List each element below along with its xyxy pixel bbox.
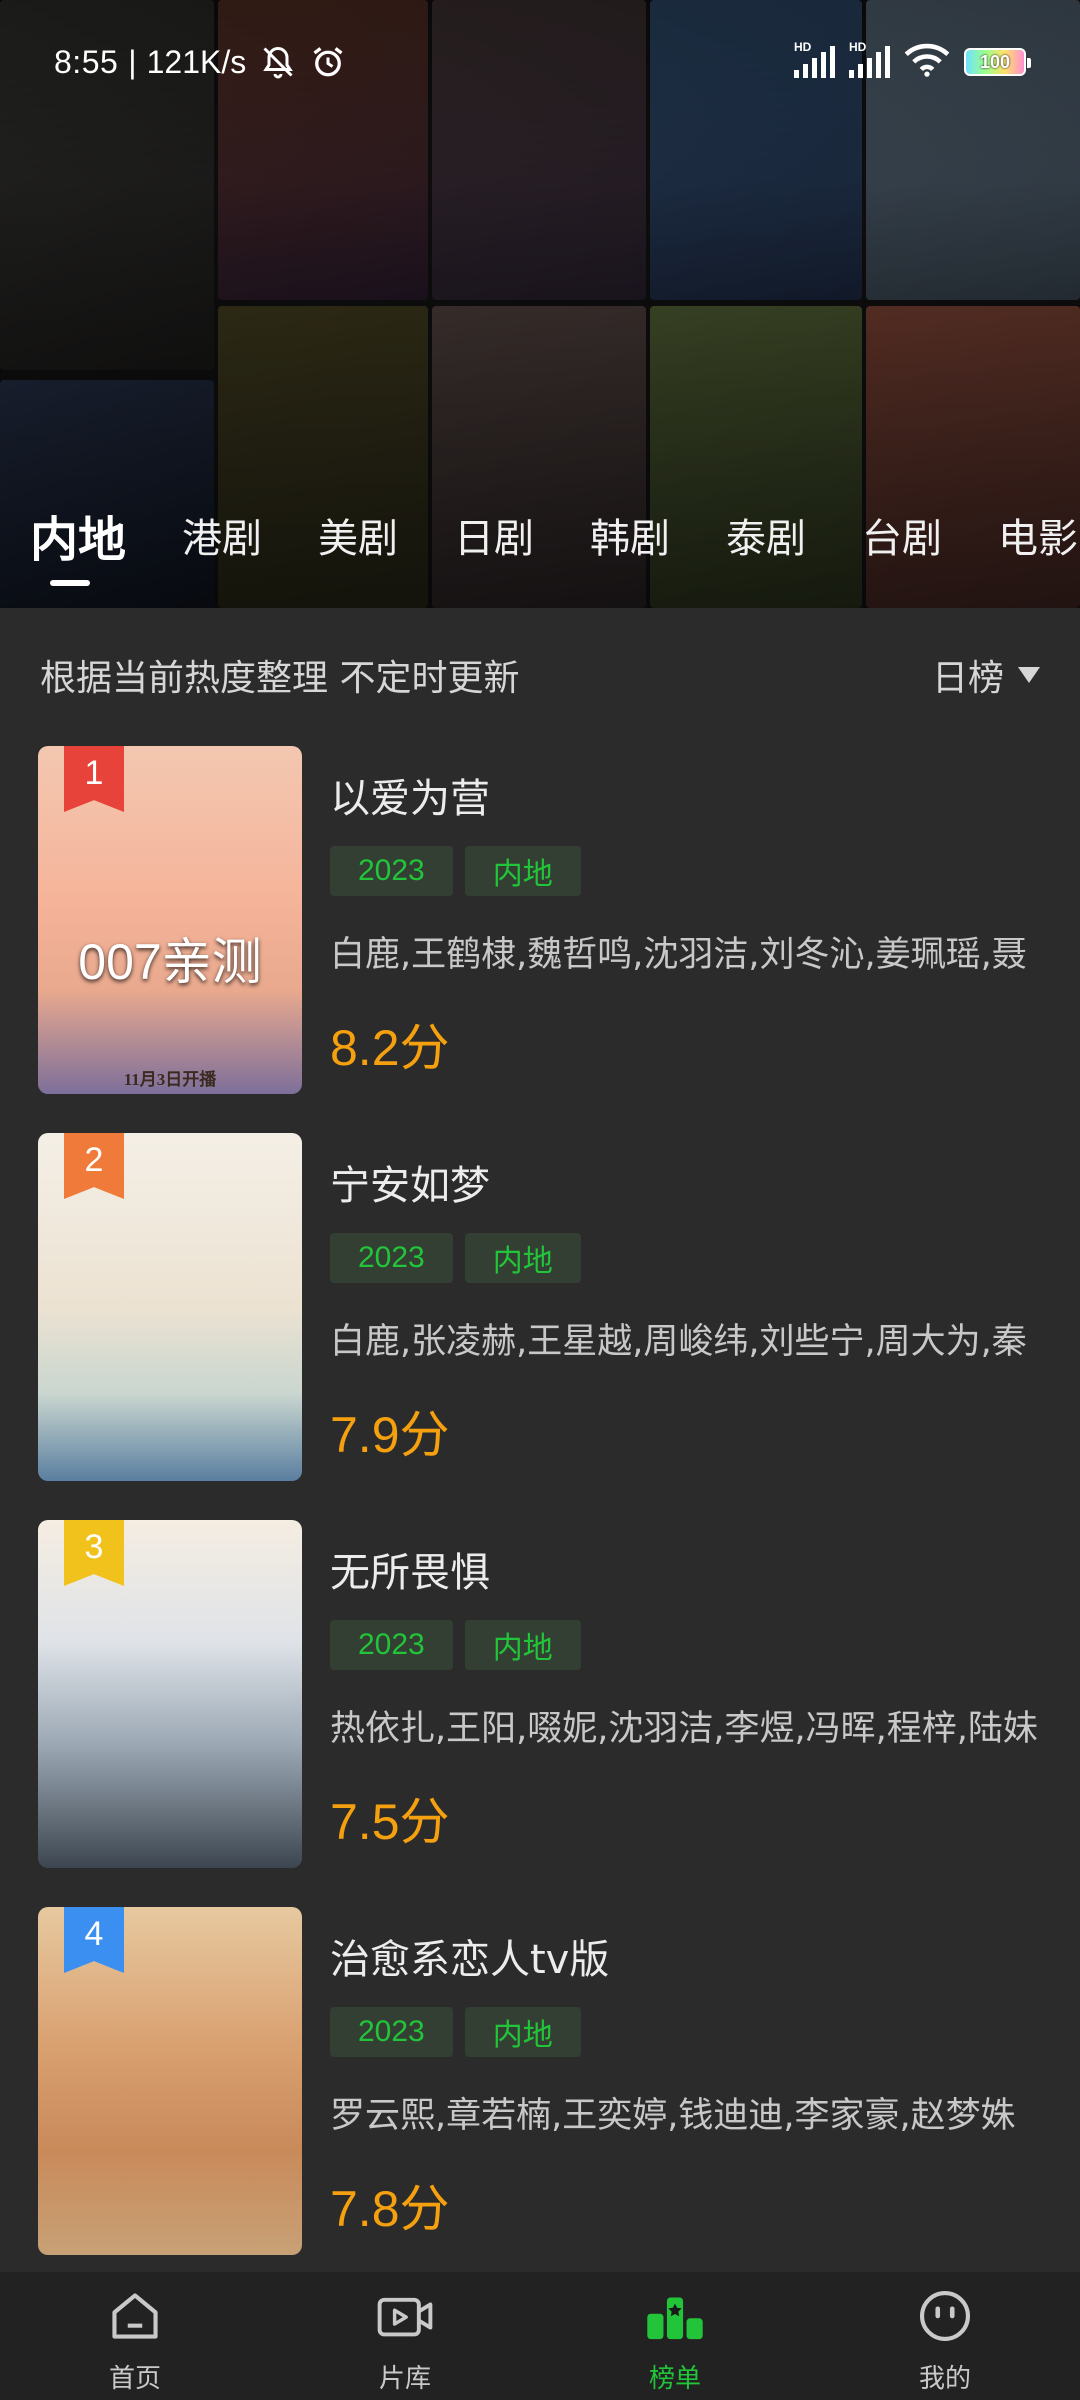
tab-label: 韩剧 <box>590 516 671 562</box>
item-cast: 白鹿,王鹤棣,魏哲鸣,沈羽洁,刘冬沁,姜珮瑶,聂 <box>330 935 1027 975</box>
poster-caption: 11月3日开播 <box>123 1070 217 1089</box>
rank-badge: 1 <box>64 746 124 812</box>
tab-jp-drama[interactable]: 日剧 <box>454 506 534 564</box>
header-banner: 8:55 | 121K/s HD HD 100 内地 港剧 美剧 日剧 韩剧 泰… <box>0 0 1080 608</box>
tab-label: 泰剧 <box>726 516 807 562</box>
rank-type-dropdown[interactable]: 日榜 <box>932 649 1040 701</box>
item-info: 宁安如梦 2023 内地 白鹿,张凌赫,王星越,周峻纬,刘些宁,周大为,秦 7.… <box>330 1133 1060 1481</box>
region-tag: 内地 <box>464 846 581 896</box>
tab-movie[interactable]: 电影 <box>998 506 1078 564</box>
nav-label: 榜单 <box>648 2364 701 2394</box>
battery-level: 100 <box>979 51 1011 72</box>
battery-icon: 100 <box>964 48 1031 76</box>
tab-label: 港剧 <box>182 516 263 562</box>
list-header: 根据当前热度整理 不定时更新 日榜 <box>0 620 1080 730</box>
nav-ranking[interactable]: 榜单 <box>540 2272 810 2400</box>
tab-label: 美剧 <box>318 516 399 562</box>
item-info: 治愈系恋人tv版 2023 内地 罗云熙,章若楠,王奕婷,钱迪迪,李家豪,赵梦姝… <box>330 1907 1060 2255</box>
status-separator: | <box>128 43 137 80</box>
home-icon <box>105 2286 165 2346</box>
rank-badge: 3 <box>64 1520 124 1586</box>
region-tag: 内地 <box>464 2007 581 2057</box>
item-tags: 2023 内地 <box>330 2007 581 2057</box>
nav-label: 片库 <box>378 2364 431 2394</box>
item-tags: 2023 内地 <box>330 1233 581 1283</box>
alarm-icon <box>310 44 346 80</box>
tab-label: 日剧 <box>454 516 535 562</box>
nav-profile[interactable]: 我的 <box>810 2272 1080 2400</box>
ranking-item[interactable]: 2 宁安如梦 2023 内地 白鹿,张凌赫,王星越,周峻纬,刘些宁,周大为,秦 … <box>38 1133 1078 1481</box>
item-cast: 热依扎,王阳,啜妮,沈羽洁,李煜,冯晖,程梓,陆妹 <box>330 1709 1038 1749</box>
year-tag: 2023 <box>330 846 453 896</box>
nav-home[interactable]: 首页 <box>0 2272 270 2400</box>
item-cast: 罗云熙,章若楠,王奕婷,钱迪迪,李家豪,赵梦姝 <box>330 2096 1016 2136</box>
rank-badge: 2 <box>64 1133 124 1199</box>
item-score: 7.8分 <box>330 2181 450 2237</box>
caret-down-icon <box>1018 667 1040 683</box>
item-score: 7.9分 <box>330 1407 450 1463</box>
bottom-navigation: 首页 片库 榜单 我的 <box>0 2272 1080 2400</box>
item-info: 以爱为营 2023 内地 白鹿,王鹤棣,魏哲鸣,沈羽洁,刘冬沁,姜珮瑶,聂 8.… <box>330 746 1060 1094</box>
ranking-item[interactable]: 4 治愈系恋人tv版 2023 内地 罗云熙,章若楠,王奕婷,钱迪迪,李家豪,赵… <box>38 1907 1078 2255</box>
hd-signal-icon: HD <box>794 40 835 78</box>
tab-tw-drama[interactable]: 台剧 <box>862 506 942 564</box>
rank-number: 1 <box>84 754 104 792</box>
poster-thumbnail[interactable]: 2 <box>38 1133 302 1481</box>
year-tag: 2023 <box>330 1233 453 1283</box>
profile-icon <box>915 2286 975 2346</box>
ranking-item[interactable]: 1 007亲测 11月3日开播 以爱为营 2023 内地 白鹿,王鹤棣,魏哲鸣,… <box>38 746 1078 1094</box>
item-score: 7.5分 <box>330 1794 450 1850</box>
rank-number: 2 <box>84 1141 104 1179</box>
status-bar: 8:55 | 121K/s HD HD 100 <box>0 30 1080 94</box>
item-info: 无所畏惧 2023 内地 热依扎,王阳,啜妮,沈羽洁,李煜,冯晖,程梓,陆妹 7… <box>330 1520 1060 1868</box>
nav-label: 我的 <box>918 2364 971 2394</box>
video-library-icon <box>375 2286 435 2346</box>
tab-kr-drama[interactable]: 韩剧 <box>590 506 670 564</box>
item-title[interactable]: 以爱为营 <box>330 766 490 824</box>
item-title[interactable]: 无所畏惧 <box>330 1540 490 1598</box>
tab-active-indicator <box>50 580 90 586</box>
hd-signal-icon: HD <box>849 40 890 78</box>
rank-type-label: 日榜 <box>931 658 1004 699</box>
item-title[interactable]: 治愈系恋人tv版 <box>330 1927 609 1985</box>
rank-badge: 4 <box>64 1907 124 1973</box>
tab-label: 内地 <box>30 512 127 568</box>
ranking-icon <box>645 2286 705 2346</box>
year-tag: 2023 <box>330 1620 453 1670</box>
poster-thumbnail[interactable]: 1 007亲测 11月3日开播 <box>38 746 302 1094</box>
tab-label: 电影 <box>998 516 1079 562</box>
ranking-item[interactable]: 3 无所畏惧 2023 内地 热依扎,王阳,啜妮,沈羽洁,李煜,冯晖,程梓,陆妹… <box>38 1520 1078 1868</box>
tab-thai-drama[interactable]: 泰剧 <box>726 506 806 564</box>
rank-number: 4 <box>84 1915 104 1953</box>
wifi-icon <box>904 43 950 81</box>
tab-mainland[interactable]: 内地 <box>30 500 127 586</box>
poster-watermark: 007亲测 <box>78 934 262 990</box>
item-cast: 白鹿,张凌赫,王星越,周峻纬,刘些宁,周大为,秦 <box>330 1322 1027 1362</box>
category-tabs: 内地 港剧 美剧 日剧 韩剧 泰剧 台剧 电影 <box>0 490 1080 586</box>
tab-label: 台剧 <box>862 516 943 562</box>
silent-icon <box>260 44 296 80</box>
item-tags: 2023 内地 <box>330 846 581 896</box>
year-tag: 2023 <box>330 2007 453 2057</box>
item-score: 8.2分 <box>330 1020 450 1076</box>
item-tags: 2023 内地 <box>330 1620 581 1670</box>
region-tag: 内地 <box>464 1620 581 1670</box>
status-time: 8:55 <box>54 43 119 80</box>
status-net-speed: 121K/s <box>146 43 247 80</box>
tab-hk-drama[interactable]: 港剧 <box>182 506 262 564</box>
list-subtitle: 根据当前热度整理 不定时更新 <box>40 658 520 699</box>
poster-thumbnail[interactable]: 4 <box>38 1907 302 2255</box>
nav-label: 首页 <box>108 2364 161 2394</box>
tab-us-drama[interactable]: 美剧 <box>318 506 398 564</box>
region-tag: 内地 <box>464 1233 581 1283</box>
nav-library[interactable]: 片库 <box>270 2272 540 2400</box>
poster-thumbnail[interactable]: 3 <box>38 1520 302 1868</box>
rank-number: 3 <box>84 1528 104 1566</box>
item-title[interactable]: 宁安如梦 <box>330 1153 490 1211</box>
